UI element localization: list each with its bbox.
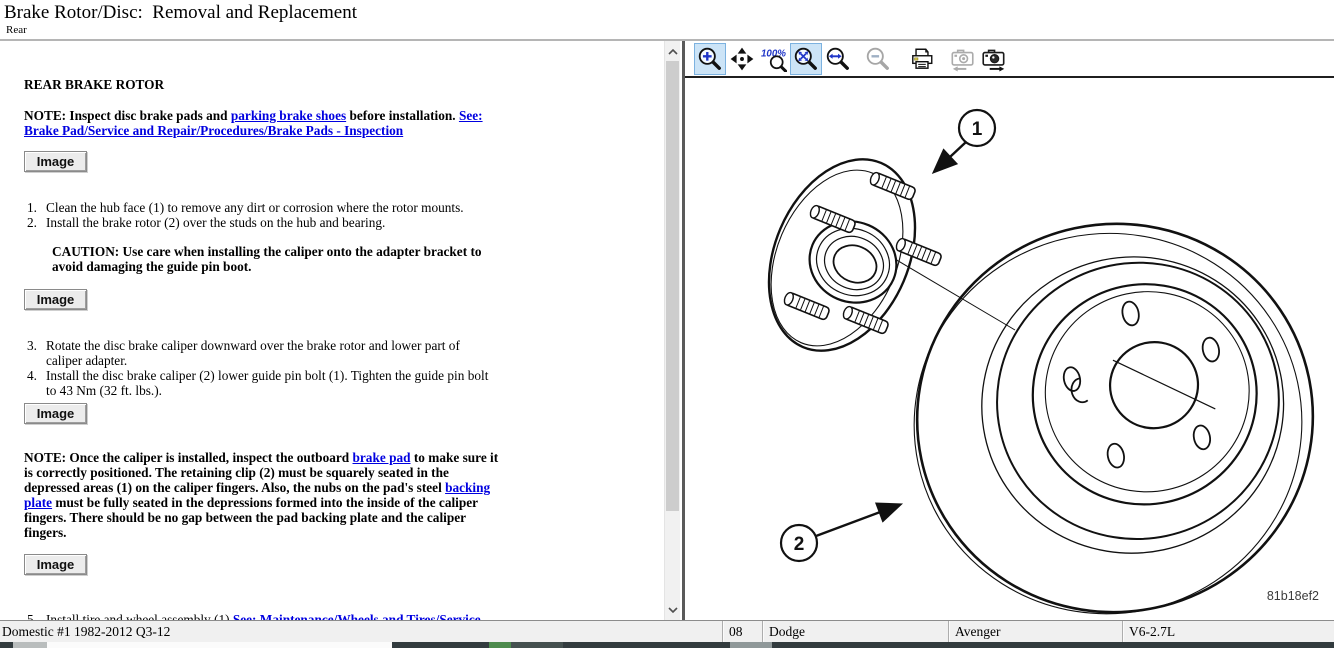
step-text: Rotate the disc brake caliper downward o… [46, 338, 498, 368]
zoom-in-icon [697, 46, 723, 72]
page-header: Brake Rotor/Disc: Removal and Replacemen… [0, 0, 1334, 41]
step-item-3: 3. Rotate the disc brake caliper downwar… [24, 338, 664, 368]
print-icon [909, 46, 935, 72]
callout-2: 2 [781, 505, 899, 561]
brake-rotor-diagram[interactable]: 1 2 81b18ef2 [685, 78, 1334, 620]
taskbar-segment [730, 642, 772, 648]
zoom-in-button[interactable] [694, 43, 726, 75]
taskbar-segment [47, 642, 392, 648]
main-row: REAR BRAKE ROTOR NOTE: Inspect disc brak… [0, 41, 1334, 620]
scroll-down-icon[interactable] [665, 601, 681, 618]
svg-text:1: 1 [972, 119, 983, 140]
status-make: Dodge [762, 621, 948, 642]
link-brake-pad[interactable]: brake pad [353, 450, 411, 465]
status-engine: V6-2.7L [1122, 621, 1334, 642]
image-button-2[interactable]: Image [24, 289, 87, 310]
fit-width-button[interactable] [822, 43, 854, 75]
section-heading: REAR BRAKE ROTOR [24, 77, 664, 92]
zoom-out-button[interactable] [862, 43, 894, 75]
fit-width-icon [825, 46, 851, 72]
taskbar-segment [13, 642, 47, 648]
note-text: must be fully seated in the depressions … [24, 495, 478, 540]
image-toolbar: 100% [685, 41, 1334, 78]
link-parking-brake-shoes[interactable]: parking brake shoes [231, 108, 346, 123]
step-text: Install the disc brake caliper (2) lower… [46, 368, 498, 398]
taskbar-segment [489, 642, 511, 648]
image-button-1[interactable]: Image [24, 151, 87, 172]
step-text: Clean the hub face (1) to remove any dir… [46, 200, 498, 215]
image-button-4[interactable]: Image [24, 554, 87, 575]
note-text: NOTE: Inspect disc brake pads and [24, 108, 231, 123]
procedure-panel: REAR BRAKE ROTOR NOTE: Inspect disc brak… [0, 41, 682, 620]
print-button[interactable] [906, 43, 938, 75]
steps-1-2: 1. Clean the hub face (1) to remove any … [0, 200, 664, 230]
page-subtitle: Rear [6, 24, 1334, 36]
rotor-outline [877, 187, 1334, 618]
step-number: 4. [24, 368, 46, 398]
note-caliper-installed: NOTE: Once the caliper is installed, ins… [24, 450, 506, 540]
taskbar-segment [511, 642, 563, 648]
zoom-100-icon: 100% [761, 46, 787, 72]
step-item-2: 2. Install the brake rotor (2) over the … [24, 215, 664, 230]
steps-3-4: 3. Rotate the disc brake caliper downwar… [0, 338, 664, 398]
step-number: 3. [24, 338, 46, 368]
step-number: 2. [24, 215, 46, 230]
taskbar-sliver [0, 642, 1334, 648]
zoom-out-icon [865, 46, 891, 72]
image-viewer-panel: 100% [685, 41, 1334, 620]
status-model: Avenger [948, 621, 1122, 642]
next-image-button[interactable] [978, 43, 1010, 75]
note-inspect-pads: NOTE: Inspect disc brake pads and parkin… [24, 108, 506, 138]
svg-text:2: 2 [794, 534, 805, 555]
procedure-content: REAR BRAKE ROTOR NOTE: Inspect disc brak… [0, 41, 664, 620]
step-text: Install the brake rotor (2) over the stu… [46, 215, 498, 230]
note-text: NOTE: Once the caliper is installed, ins… [24, 450, 353, 465]
step-item-1: 1. Clean the hub face (1) to remove any … [24, 200, 664, 215]
pan-icon [729, 46, 755, 72]
previous-image-icon [948, 46, 976, 72]
callout-1: 1 [935, 110, 995, 171]
step-number: 1. [24, 200, 46, 215]
step-text: Install tire and wheel assembly (1) [46, 612, 233, 620]
scrollbar-thumb[interactable] [666, 61, 679, 511]
hub-outline [741, 137, 1015, 373]
next-image-icon [980, 46, 1008, 72]
step-number: 5. [24, 612, 46, 620]
status-bar: Domestic #1 1982-2012 Q3-12 08 Dodge Ave… [0, 620, 1334, 642]
image-button-3[interactable]: Image [24, 403, 87, 424]
fit-window-icon [793, 46, 819, 72]
fit-window-button[interactable] [790, 43, 822, 75]
pan-button[interactable] [726, 43, 758, 75]
figure-code: 81b18ef2 [1267, 589, 1319, 603]
status-catalog: Domestic #1 1982-2012 Q3-12 [0, 621, 722, 642]
step-item-5: 5. Install tire and wheel assembly (1) S… [24, 612, 664, 620]
page-title: Brake Rotor/Disc: Removal and Replacemen… [4, 2, 1334, 24]
left-panel-scrollbar[interactable] [664, 41, 680, 620]
caution-text: CAUTION: Use care when installing the ca… [52, 244, 494, 274]
status-year: 08 [722, 621, 762, 642]
scroll-up-icon[interactable] [665, 43, 681, 60]
step-item-4: 4. Install the disc brake caliper (2) lo… [24, 368, 664, 398]
previous-image-button[interactable] [946, 43, 978, 75]
zoom-100-button[interactable]: 100% [758, 43, 790, 75]
note-text: before installation. [346, 108, 459, 123]
